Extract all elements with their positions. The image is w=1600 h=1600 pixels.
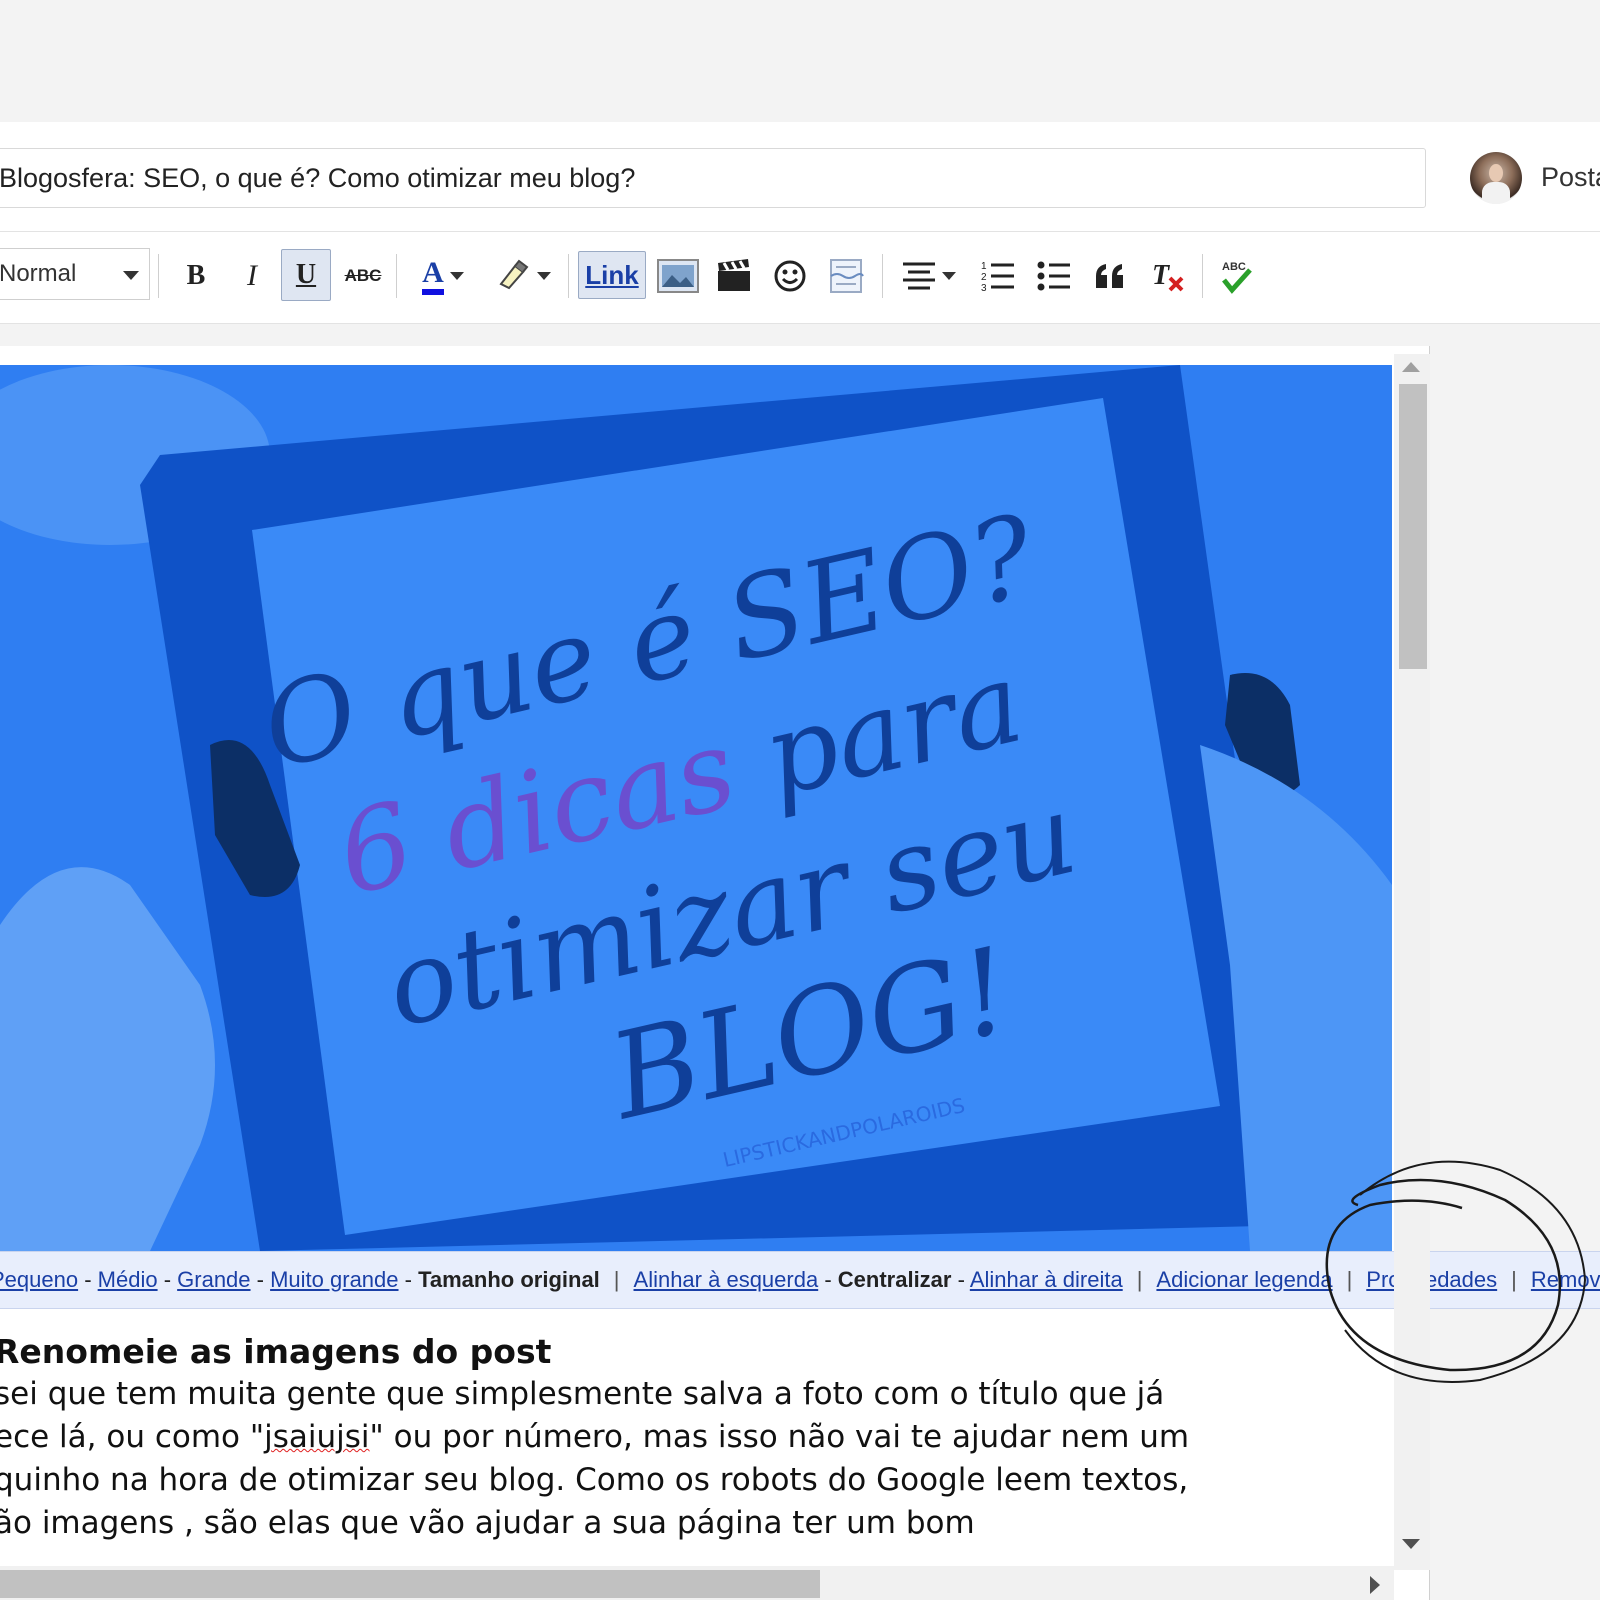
toolbar-divider [396,254,397,298]
link-button[interactable]: Link [578,251,646,299]
remove-image-link[interactable]: Remover [1531,1267,1600,1292]
toolbar-divider [882,254,883,298]
underline-button[interactable]: U [281,249,331,301]
size-original-current: Tamanho original [418,1267,600,1292]
horizontal-scroll-thumb[interactable] [0,1570,820,1598]
body-heading: Renomeie as imagens do post [0,1332,552,1371]
post-image-graphic: O que é SEO? 6 dicas para otimizar seu B… [0,365,1392,1251]
bulleted-list-icon [1037,261,1070,291]
toolbar-divider [568,254,569,298]
alignment-button[interactable] [896,250,962,302]
numbered-list-button[interactable]: 1 2 3 [976,250,1020,302]
font-color-icon: A [422,257,444,295]
scroll-up-arrow-icon[interactable] [1402,362,1420,372]
chevron-down-icon [449,272,464,280]
top-band [0,0,1600,122]
insert-emoji-button[interactable] [768,250,812,302]
insert-jump-break-button[interactable] [824,250,870,302]
vertical-scroll-thumb[interactable] [1399,384,1427,669]
scroll-right-arrow-icon[interactable] [1370,1576,1380,1594]
body-line-part: ece lá, ou como " [0,1419,265,1455]
video-clapper-icon [718,259,750,291]
svg-text:1: 1 [981,261,987,272]
post-body-text[interactable]: Renomeie as imagens do post sei que tem … [0,1330,1386,1574]
chevron-down-icon [123,271,139,280]
properties-link[interactable]: Propriedades [1366,1267,1497,1292]
add-caption-link[interactable]: Adicionar legenda [1156,1267,1332,1292]
bold-button[interactable]: B [176,250,216,302]
clear-format-icon: T [1152,260,1184,292]
align-center-current: Centralizar [837,1267,952,1292]
format-value: Normal [0,260,77,287]
quote-icon [1096,264,1123,288]
size-large-link[interactable]: Grande [177,1267,250,1292]
highlight-color-button[interactable] [490,250,556,302]
spell-check-icon: ABC [1222,261,1252,294]
spell-check-label: ABC [1222,261,1246,273]
misspelled-word: jsaiujsi [264,1419,370,1455]
paragraph-format-select[interactable]: Normal [0,248,150,300]
align-center-icon [903,262,935,290]
align-right-link[interactable]: Alinhar à direita [970,1267,1123,1292]
page-break-icon [830,259,864,293]
underline-label: U [295,259,317,290]
user-avatar[interactable] [1470,152,1522,204]
size-xlarge-link[interactable]: Muito grande [270,1267,398,1292]
spell-check-button[interactable]: ABC [1214,250,1258,302]
insert-image-button[interactable] [656,250,700,302]
numbered-list-icon: 1 2 3 [981,261,1014,293]
post-button[interactable]: Postar [1541,162,1600,193]
highlighter-icon [499,259,529,290]
italic-button[interactable]: I [232,250,272,302]
align-left-link[interactable]: Alinhar à esquerda [634,1267,819,1292]
chevron-down-icon [942,272,956,280]
post-title-input[interactable] [0,148,1426,208]
text-color-button[interactable]: A [410,250,476,302]
blockquote-button[interactable] [1088,250,1132,302]
body-line: quinho na hora de otimizar seu blog. Com… [0,1462,1189,1498]
clear-formatting-button[interactable]: T [1146,250,1190,302]
scroll-down-arrow-icon[interactable] [1402,1539,1420,1549]
insert-video-button[interactable] [712,250,756,302]
body-line-part: " ou por número, mas isso não vai te aju… [369,1419,1190,1455]
smiley-icon [774,260,806,292]
bulleted-list-button[interactable] [1032,250,1076,302]
chevron-down-icon [537,272,551,280]
size-small-link[interactable]: Pequeno [0,1267,78,1292]
strikethrough-button[interactable]: ABC [340,250,386,302]
svg-text:T: T [1152,260,1171,291]
size-medium-link[interactable]: Médio [98,1267,158,1292]
body-line: ece lá, ou como "jsaiujsi" ou por número… [0,1416,1386,1459]
toolbar-divider [1202,254,1203,298]
toolbar-divider [158,254,159,298]
link-label: Link [585,259,639,290]
image-icon [657,259,699,293]
image-options-bar: Pequeno - Médio - Grande - Muito grande … [0,1251,1600,1309]
svg-text:3: 3 [981,283,987,293]
body-line: sei que tem muita gente que simplesmente… [0,1376,1165,1412]
body-line: ão imagens , são elas que vão ajudar a s… [0,1505,975,1541]
post-image[interactable]: O que é SEO? 6 dicas para otimizar seu B… [0,365,1392,1251]
svg-text:2: 2 [981,272,987,283]
